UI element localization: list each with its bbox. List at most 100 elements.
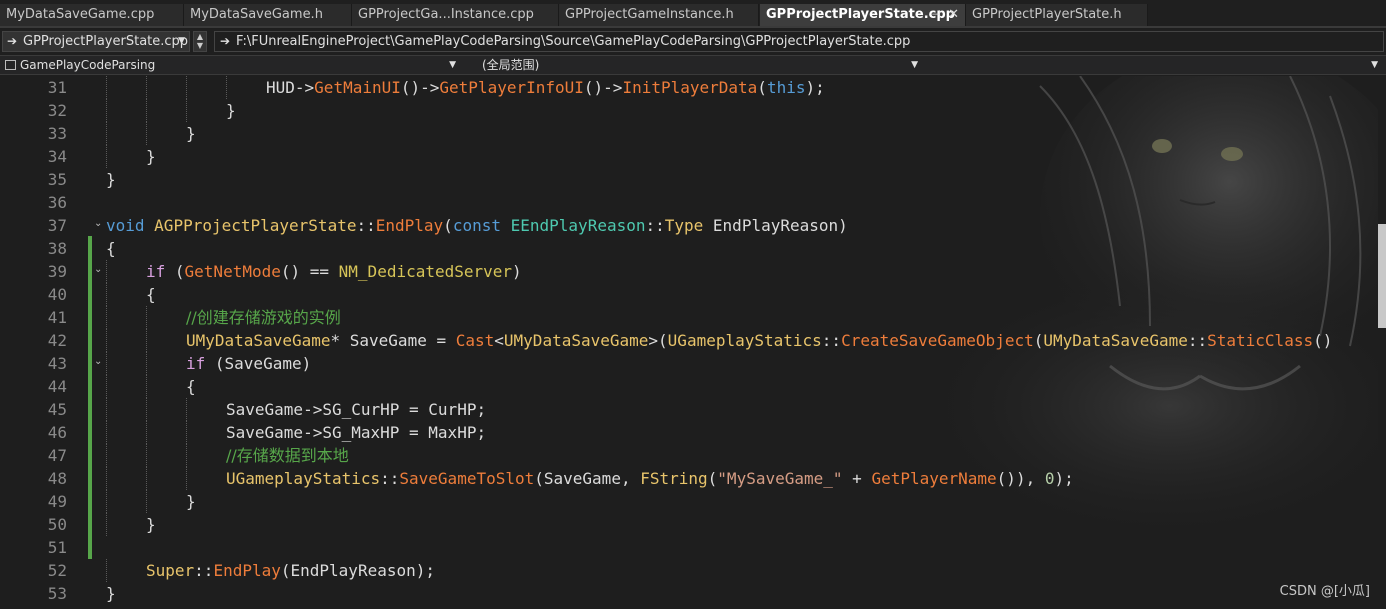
code-token: } xyxy=(106,584,116,603)
code-token: UMyDataSaveGame xyxy=(503,331,649,350)
pin-icon[interactable]: ⊣ xyxy=(931,4,941,26)
code-token: HUD xyxy=(266,78,295,97)
file-dropdown[interactable]: ➔ GPProjectPlayerState.cpp ▼ xyxy=(2,31,190,52)
file-path: F:\FUnrealEngineProject\GamePlayCodePars… xyxy=(236,34,911,49)
code-token: "MySaveGame_" xyxy=(717,469,843,488)
code-token: } xyxy=(226,101,236,120)
tab-gpprojectplayerstate-cpp[interactable]: GPProjectPlayerState.cpp ⊣ ✕ xyxy=(760,4,966,26)
line-number: 31 xyxy=(47,78,67,97)
code-token: //存储数据到本地 xyxy=(226,446,349,465)
code-line: } xyxy=(106,582,116,605)
code-line: HUD->GetMainUI()->GetPlayerInfoUI()->Ini… xyxy=(266,76,825,99)
code-line: SaveGame->SG_CurHP = CurHP; xyxy=(226,398,486,421)
code-token: Cast xyxy=(455,331,495,350)
indent-guide xyxy=(146,306,147,329)
tab-mydatasavegame-cpp[interactable]: MyDataSaveGame.cpp xyxy=(0,4,184,26)
scope-dropdown-value: (全局范围) xyxy=(482,58,540,72)
code-token: (EndPlayReason); xyxy=(280,561,435,580)
indent-guide xyxy=(106,398,107,421)
tab-label: GPProjectGameInstance.h xyxy=(565,7,734,22)
member-dropdown[interactable]: ▼ xyxy=(924,56,1382,74)
fold-toggle-icon[interactable]: ⌄ xyxy=(94,356,106,368)
fold-toggle-icon[interactable]: ⌄ xyxy=(94,264,106,276)
tab-label: GPProjectGa...Instance.cpp xyxy=(358,7,534,22)
indent-guide xyxy=(106,145,107,168)
tab-gpprojectplayerstate-h[interactable]: GPProjectPlayerState.h xyxy=(966,4,1148,26)
arrow-right-icon: ➔ xyxy=(7,34,18,48)
code-token: SaveGame->SG_MaxHP = MaxHP; xyxy=(226,423,487,442)
code-token: ()), xyxy=(996,469,1045,488)
line-number: 36 xyxy=(47,193,67,212)
code-token: :: xyxy=(356,216,376,235)
code-token: ( xyxy=(757,78,767,97)
code-token: :: xyxy=(1187,331,1208,350)
line-number: 50 xyxy=(47,515,67,534)
file-spinner[interactable]: ▲ ▼ xyxy=(193,31,207,52)
code-token: ()-> xyxy=(583,78,623,97)
chevron-down-icon: ▼ xyxy=(1371,60,1378,70)
line-number: 37 xyxy=(47,216,67,235)
indent-guide xyxy=(106,444,107,467)
code-line: } xyxy=(106,168,116,191)
scope-dropdown[interactable]: (全局范围) ▼ xyxy=(482,56,922,74)
code-line: UMyDataSaveGame* SaveGame = Cast<UMyData… xyxy=(186,329,1332,352)
code-token: EndPlay xyxy=(375,216,444,235)
indent-guide xyxy=(106,76,107,99)
code-token: GetPlayerName xyxy=(871,469,997,488)
code-line: } xyxy=(146,513,156,536)
code-token: if xyxy=(186,354,206,373)
code-token: SaveGameToSlot xyxy=(399,469,535,488)
line-number: 41 xyxy=(47,308,67,327)
change-indicator-bar xyxy=(88,236,92,559)
line-number: 38 xyxy=(47,239,67,258)
watermark: CSDN @[小瓜] xyxy=(1279,584,1370,599)
chevron-down-icon: ▼ xyxy=(911,60,918,70)
code-token: AGPProjectPlayerState xyxy=(154,216,357,235)
scope-bar: GamePlayCodeParsing ▼ (全局范围) ▼ ▼ xyxy=(0,55,1386,75)
code-token: EndPlayReason) xyxy=(703,216,848,235)
code-token: ( xyxy=(1033,331,1044,350)
indent-guide xyxy=(106,260,107,283)
code-token: ); xyxy=(1054,469,1074,488)
close-icon[interactable]: ✕ xyxy=(948,4,959,26)
code-token: } xyxy=(106,170,116,189)
code-token: ( xyxy=(165,262,185,281)
project-dropdown[interactable]: GamePlayCodeParsing ▼ xyxy=(0,56,460,74)
line-number: 43 xyxy=(47,354,67,373)
line-number: 42 xyxy=(47,331,67,350)
indent-guide xyxy=(106,375,107,398)
line-number: 44 xyxy=(47,377,67,396)
scrollbar-thumb[interactable] xyxy=(1378,224,1386,328)
code-editor[interactable]: 31 32 33 34 35 36 37 38 39 40 41 42 43 44 45 46 47 48 49 50… xyxy=(0,76,1386,609)
code-line: { xyxy=(106,237,116,260)
vertical-scrollbar[interactable] xyxy=(1378,76,1386,609)
code-token: this xyxy=(766,78,806,97)
code-token: if xyxy=(146,262,166,281)
indent-guide xyxy=(146,421,147,444)
file-path-box[interactable]: ➔ F:\FUnrealEngineProject\GamePlayCodePa… xyxy=(214,31,1384,52)
indent-guide xyxy=(226,76,227,99)
line-number: 39 xyxy=(47,262,67,281)
code-token: //创建存储游戏的实例 xyxy=(186,308,341,327)
indent-guide xyxy=(106,122,107,145)
code-token: ( xyxy=(443,216,453,235)
indent-guide xyxy=(106,283,107,306)
code-token: } xyxy=(186,124,196,143)
code-line: } xyxy=(146,145,156,168)
code-line: //存储数据到本地 xyxy=(226,444,349,467)
document-tab-strip: MyDataSaveGame.cpp MyDataSaveGame.h GPPr… xyxy=(0,0,1386,28)
line-number: 46 xyxy=(47,423,67,442)
tab-gpprojectgameinstance-h[interactable]: GPProjectGameInstance.h xyxy=(559,4,759,26)
code-line: if (GetNetMode() == NM_DedicatedServer) xyxy=(146,260,522,283)
tab-gpprojectgameinstance-cpp[interactable]: GPProjectGa...Instance.cpp xyxy=(352,4,559,26)
code-token: Type xyxy=(664,216,704,235)
fold-toggle-icon[interactable]: ⌄ xyxy=(94,218,106,230)
indent-guide xyxy=(146,122,147,145)
code-token: (SaveGame) xyxy=(205,354,312,373)
code-token: :: xyxy=(194,561,214,580)
code-line: } xyxy=(226,99,236,122)
indent-guide xyxy=(106,329,107,352)
code-token: { xyxy=(146,285,156,304)
tab-mydatasavegame-h[interactable]: MyDataSaveGame.h xyxy=(184,4,352,26)
project-icon xyxy=(5,60,16,70)
